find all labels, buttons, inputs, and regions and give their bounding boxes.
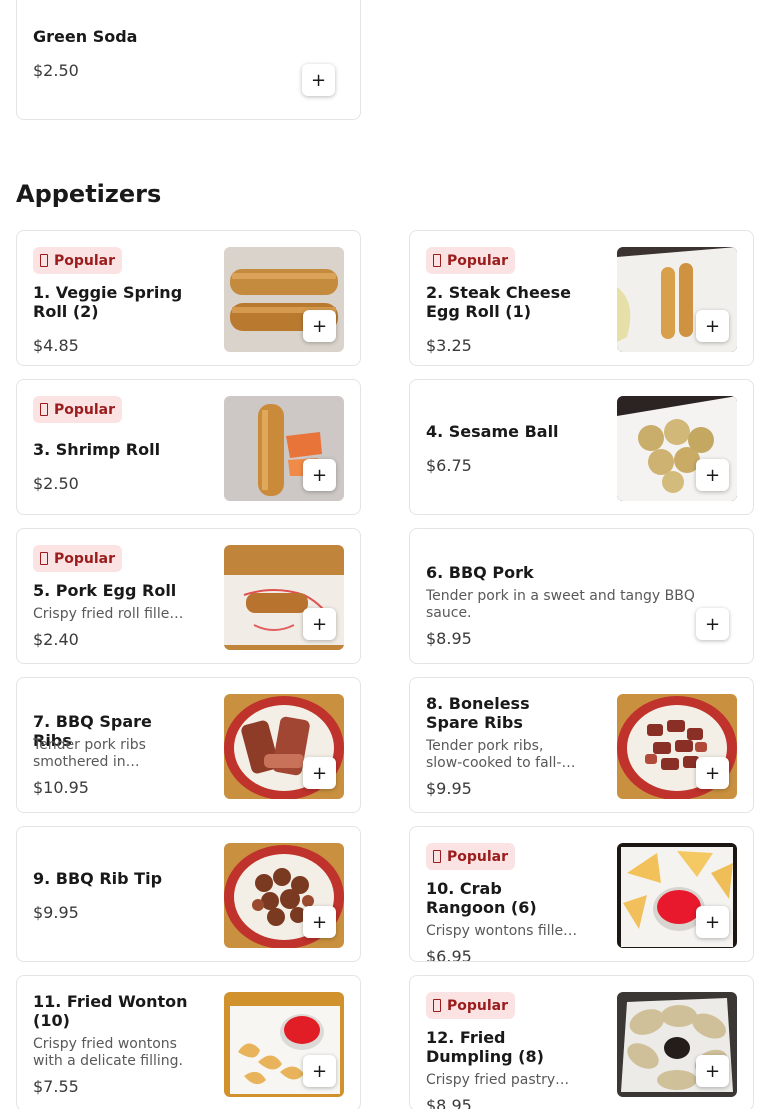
menu-item-info: 7. BBQ Spare Ribs Tender pork ribs smothe…: [33, 694, 193, 802]
menu-item-card[interactable]: Popular 12. Fried Dumpling (8) Crispy frie…: [409, 975, 754, 1109]
item-title: 1. Veggie Spring Roll (2): [33, 283, 183, 321]
item-title: 2. Steak Cheese Egg Roll (1): [426, 283, 572, 321]
item-description: Tender pork in a sweet and tangy BBQ sau…: [426, 588, 695, 621]
item-title: 11. Fried Wonton (10): [33, 992, 188, 1030]
menu-item-card[interactable]: 8. Boneless Spare Ribs Tender pork ribs, …: [409, 677, 754, 813]
menu-item-card[interactable]: 7. BBQ Spare Ribs Tender pork ribs smothe…: [16, 677, 361, 813]
item-title: 4. Sesame Ball: [426, 422, 559, 441]
popular-icon: [40, 403, 48, 416]
item-price: $6.95: [426, 947, 472, 962]
popular-badge: Popular: [426, 843, 516, 870]
item-description: Crispy fried roll fille…: [33, 606, 184, 622]
item-price: $8.95: [426, 629, 472, 648]
section-title: Appetizers: [16, 180, 162, 208]
item-price: $8.95: [426, 1096, 472, 1109]
popular-badge: Popular: [33, 545, 123, 572]
popular-badge-label: Popular: [54, 401, 116, 418]
item-price: $3.25: [426, 336, 472, 355]
item-description: Crispy fried wontons with a delicate fil…: [33, 1036, 183, 1069]
menu-item-card-green-soda[interactable]: Green Soda $2.50 +: [16, 0, 361, 120]
popular-icon: [40, 552, 48, 565]
menu-item-info: Popular 5. Pork Egg Roll Crispy fried roll…: [33, 545, 193, 653]
add-to-cart-button[interactable]: +: [303, 1055, 336, 1087]
item-title: 5. Pork Egg Roll: [33, 581, 177, 600]
menu-item-info: 6. BBQ Pork Tender pork in a sweet and ta…: [426, 545, 716, 653]
item-description: Crispy wontons fille…: [426, 923, 578, 939]
popular-icon: [433, 254, 441, 267]
item-price: $2.50: [33, 61, 79, 80]
popular-badge-label: Popular: [54, 252, 116, 269]
menu-item-card[interactable]: Popular 5. Pork Egg Roll Crispy fried roll…: [16, 528, 361, 664]
popular-icon: [433, 850, 441, 863]
item-price: $9.95: [33, 903, 79, 922]
popular-badge: Popular: [33, 247, 123, 274]
item-title: Green Soda: [33, 27, 138, 46]
menu-item-info: Popular 1. Veggie Spring Roll (2) $4.85: [33, 247, 193, 355]
menu-item-card[interactable]: 11. Fried Wonton (10) Crispy fried wonton…: [16, 975, 361, 1109]
add-to-cart-button[interactable]: +: [696, 1055, 729, 1087]
menu-item-card[interactable]: Popular 2. Steak Cheese Egg Roll (1) $3.25…: [409, 230, 754, 366]
menu-item-info: 8. Boneless Spare Ribs Tender pork ribs, …: [426, 694, 586, 802]
menu-item-card[interactable]: Popular 10. Crab Rangoon (6) Crispy wonton…: [409, 826, 754, 962]
item-price: $2.50: [33, 474, 79, 493]
menu-item-info: 4. Sesame Ball $6.75: [426, 396, 586, 504]
popular-badge: Popular: [33, 396, 123, 423]
menu-item-info: Popular 10. Crab Rangoon (6) Crispy wonton…: [426, 843, 586, 961]
item-title: 9. BBQ Rib Tip: [33, 869, 163, 888]
menu-item-card[interactable]: Popular 3. Shrimp Roll $2.50 +: [16, 379, 361, 515]
popular-badge-label: Popular: [54, 550, 116, 567]
item-description: Crispy fried pastry…: [426, 1072, 570, 1088]
menu-item-card[interactable]: Popular 1. Veggie Spring Roll (2) $4.85 +: [16, 230, 361, 366]
add-to-cart-button[interactable]: +: [303, 459, 336, 491]
item-title: 12. Fried Dumpling (8): [426, 1028, 544, 1066]
item-title: 8. Boneless Spare Ribs: [426, 694, 530, 732]
popular-badge-label: Popular: [447, 252, 509, 269]
add-to-cart-button[interactable]: +: [696, 310, 729, 342]
popular-badge: Popular: [426, 992, 516, 1019]
item-title: 10. Crab Rangoon (6): [426, 879, 537, 917]
add-to-cart-button[interactable]: +: [303, 310, 336, 342]
add-to-cart-button[interactable]: +: [696, 608, 729, 640]
menu-item-info: 11. Fried Wonton (10) Crispy fried wonton…: [33, 992, 193, 1100]
popular-badge: Popular: [426, 247, 516, 274]
menu-item-info: Popular 3. Shrimp Roll $2.50: [33, 396, 193, 504]
add-to-cart-button[interactable]: +: [303, 757, 336, 789]
menu-item-info: 9. BBQ Rib Tip $9.95: [33, 843, 193, 951]
item-title: 6. BBQ Pork: [426, 563, 534, 582]
popular-icon: [40, 254, 48, 267]
item-description: Tender pork ribs smothered in…: [33, 737, 146, 770]
item-price: $6.75: [426, 456, 472, 475]
item-price: $4.85: [33, 336, 79, 355]
item-price: $2.40: [33, 630, 79, 649]
add-to-cart-button[interactable]: +: [303, 608, 336, 640]
item-description: Tender pork ribs, slow-cooked to fall-ap…: [426, 738, 562, 771]
item-price: $10.95: [33, 778, 89, 797]
popular-badge-label: Popular: [447, 997, 509, 1014]
item-price: $7.55: [33, 1077, 79, 1096]
item-title: 3. Shrimp Roll: [33, 440, 161, 459]
add-to-cart-button[interactable]: +: [303, 906, 336, 938]
menu-item-info: Popular 12. Fried Dumpling (8) Crispy frie…: [426, 992, 586, 1109]
add-to-cart-button[interactable]: +: [696, 906, 729, 938]
menu-item-card[interactable]: 4. Sesame Ball $6.75 +: [409, 379, 754, 515]
add-to-cart-button[interactable]: +: [696, 757, 729, 789]
menu-item-card[interactable]: 6. BBQ Pork Tender pork in a sweet and ta…: [409, 528, 754, 664]
popular-badge-label: Popular: [447, 848, 509, 865]
popular-icon: [433, 999, 441, 1012]
menu-item-info: Popular 2. Steak Cheese Egg Roll (1) $3.25: [426, 247, 586, 355]
item-price: $9.95: [426, 779, 472, 798]
menu-item-card[interactable]: 9. BBQ Rib Tip $9.95 +: [16, 826, 361, 962]
add-to-cart-button[interactable]: +: [696, 459, 729, 491]
add-to-cart-button[interactable]: +: [302, 64, 335, 96]
